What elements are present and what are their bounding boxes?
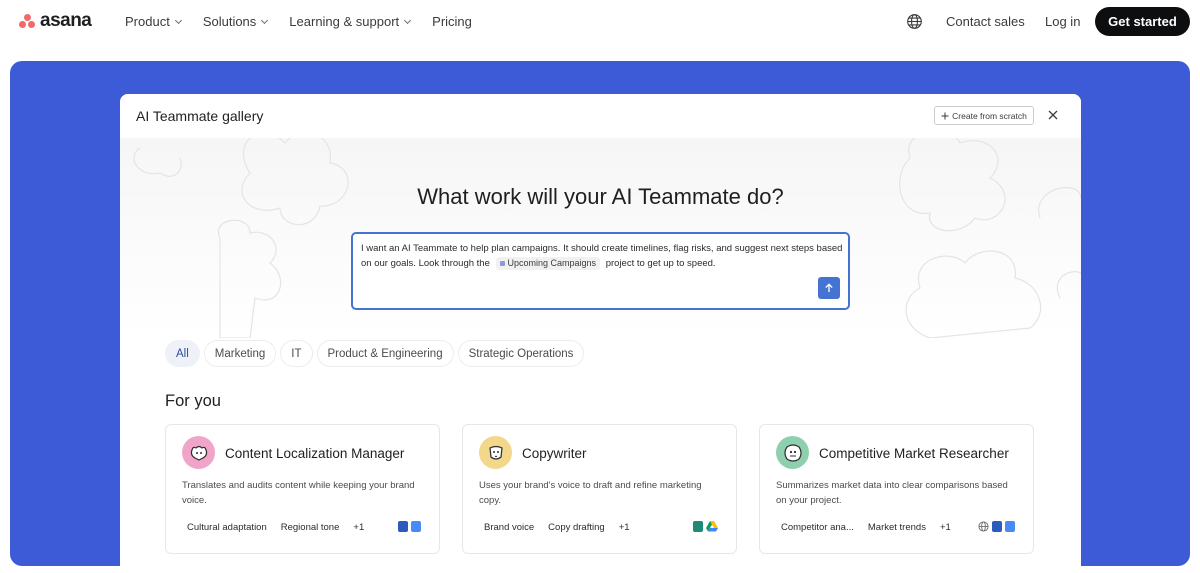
- google-docs-icon: [1005, 521, 1015, 532]
- tag: Cultural adaptation: [187, 522, 267, 533]
- google-docs-icon: [411, 521, 421, 532]
- category-tabs: All Marketing IT Product & Engineering S…: [165, 340, 585, 367]
- card-title: Competitive Market Researcher: [819, 446, 1009, 461]
- tag-more: +1: [618, 522, 630, 533]
- prompt-text-before: I want an AI Teammate to help plan campa…: [361, 243, 843, 269]
- nav-item-label: Learning & support: [289, 14, 400, 29]
- chevron-down-icon: [174, 16, 182, 24]
- arrow-up-icon: [825, 283, 833, 292]
- teammate-card-copywriter[interactable]: Copywriter Uses your brand's voice to dr…: [462, 424, 737, 554]
- project-chip[interactable]: Upcoming Campaigns: [495, 256, 601, 270]
- card-tags: Cultural adaptation Regional tone +1: [182, 519, 369, 536]
- tag: Competitor ana...: [781, 522, 854, 533]
- nav-item-label: Pricing: [432, 14, 472, 29]
- create-from-scratch-button[interactable]: Create from scratch: [934, 106, 1034, 125]
- logo-text: asana: [40, 10, 92, 31]
- chevron-down-icon: [404, 16, 412, 24]
- send-button[interactable]: [818, 277, 840, 299]
- modal-body: What work will your AI Teammate do? I wa…: [120, 130, 1081, 566]
- login-link[interactable]: Log in: [1045, 14, 1080, 29]
- globe-icon[interactable]: [906, 13, 923, 30]
- tag-more: +1: [353, 522, 365, 533]
- tab-marketing[interactable]: Marketing: [203, 340, 277, 367]
- nav-item-pricing[interactable]: Pricing: [432, 14, 472, 29]
- teammate-card-competitive-market-researcher[interactable]: Competitive Market Researcher Summarizes…: [759, 424, 1034, 554]
- tab-strategic-operations[interactable]: Strategic Operations: [457, 340, 585, 367]
- prompt-text: I want an AI Teammate to help plan campa…: [361, 241, 843, 271]
- sharepoint-icon: [693, 521, 703, 532]
- plus-icon: [941, 112, 949, 119]
- nav-item-solutions[interactable]: Solutions: [202, 14, 269, 29]
- create-from-scratch-label: Create from scratch: [952, 110, 1027, 121]
- card-title: Copywriter: [522, 446, 587, 461]
- asana-logo-icon: [19, 14, 35, 28]
- card-description: Summarizes market data into clear compar…: [776, 480, 1008, 506]
- nav-item-learning[interactable]: Learning & support: [289, 14, 412, 29]
- prompt-input[interactable]: I want an AI Teammate to help plan campa…: [351, 232, 850, 310]
- nav-item-label: Solutions: [202, 14, 257, 29]
- card-description: Uses your brand's voice to draft and ref…: [479, 480, 702, 506]
- card-tags: Brand voice Copy drafting +1: [479, 519, 635, 536]
- google-drive-icon: [706, 521, 718, 532]
- nav-item-product[interactable]: Product: [125, 14, 182, 29]
- nav-item-label: Product: [125, 14, 170, 29]
- tag-more: +1: [939, 522, 951, 533]
- modal-title: AI Teammate gallery: [136, 108, 264, 124]
- web-globe-icon: [978, 521, 989, 532]
- tag: Brand voice: [484, 522, 535, 533]
- teammate-avatar-icon: [776, 436, 809, 469]
- tab-product-engineering[interactable]: Product & Engineering: [316, 340, 454, 367]
- tab-all[interactable]: All: [165, 340, 200, 367]
- modal-header: AI Teammate gallery Create from scratch: [120, 94, 1081, 138]
- teammate-card-content-localization[interactable]: Content Localization Manager Translates …: [165, 424, 440, 554]
- close-icon[interactable]: [1046, 108, 1060, 122]
- integration-icons: [693, 521, 718, 532]
- card-description: Translates and audits content while keep…: [182, 480, 415, 506]
- section-title: For you: [165, 392, 221, 410]
- page-heading: What work will your AI Teammate do?: [417, 184, 784, 209]
- card-title: Content Localization Manager: [225, 446, 405, 461]
- tab-it[interactable]: IT: [280, 340, 313, 367]
- integration-icons: [398, 521, 421, 532]
- chevron-down-icon: [261, 16, 269, 24]
- teammate-avatar-icon: [479, 436, 512, 469]
- prompt-text-after: project to get up to speed.: [605, 258, 716, 269]
- top-nav: asana Product Solutions Learning & suppo…: [0, 0, 1200, 44]
- nav-menu: Product Solutions Learning & support Pri…: [125, 14, 494, 29]
- hero-panel: AI Teammate gallery Create from scratch: [10, 61, 1190, 566]
- get-started-button[interactable]: Get started: [1095, 7, 1190, 36]
- ai-teammate-gallery-modal: AI Teammate gallery Create from scratch: [120, 94, 1081, 566]
- integration-icons: [978, 521, 1015, 532]
- tag: Market trends: [867, 522, 926, 533]
- project-chip-label: Upcoming Campaigns: [507, 257, 597, 268]
- project-icon: [499, 260, 505, 266]
- contact-sales-link[interactable]: Contact sales: [946, 14, 1025, 29]
- teammate-avatar-icon: [182, 436, 215, 469]
- asana-logo[interactable]: asana: [19, 10, 92, 31]
- word-icon: [992, 521, 1002, 532]
- word-icon: [398, 521, 408, 532]
- card-tags: Competitor ana... Market trends +1: [776, 519, 956, 536]
- tag: Regional tone: [280, 522, 340, 533]
- tag: Copy drafting: [548, 522, 605, 533]
